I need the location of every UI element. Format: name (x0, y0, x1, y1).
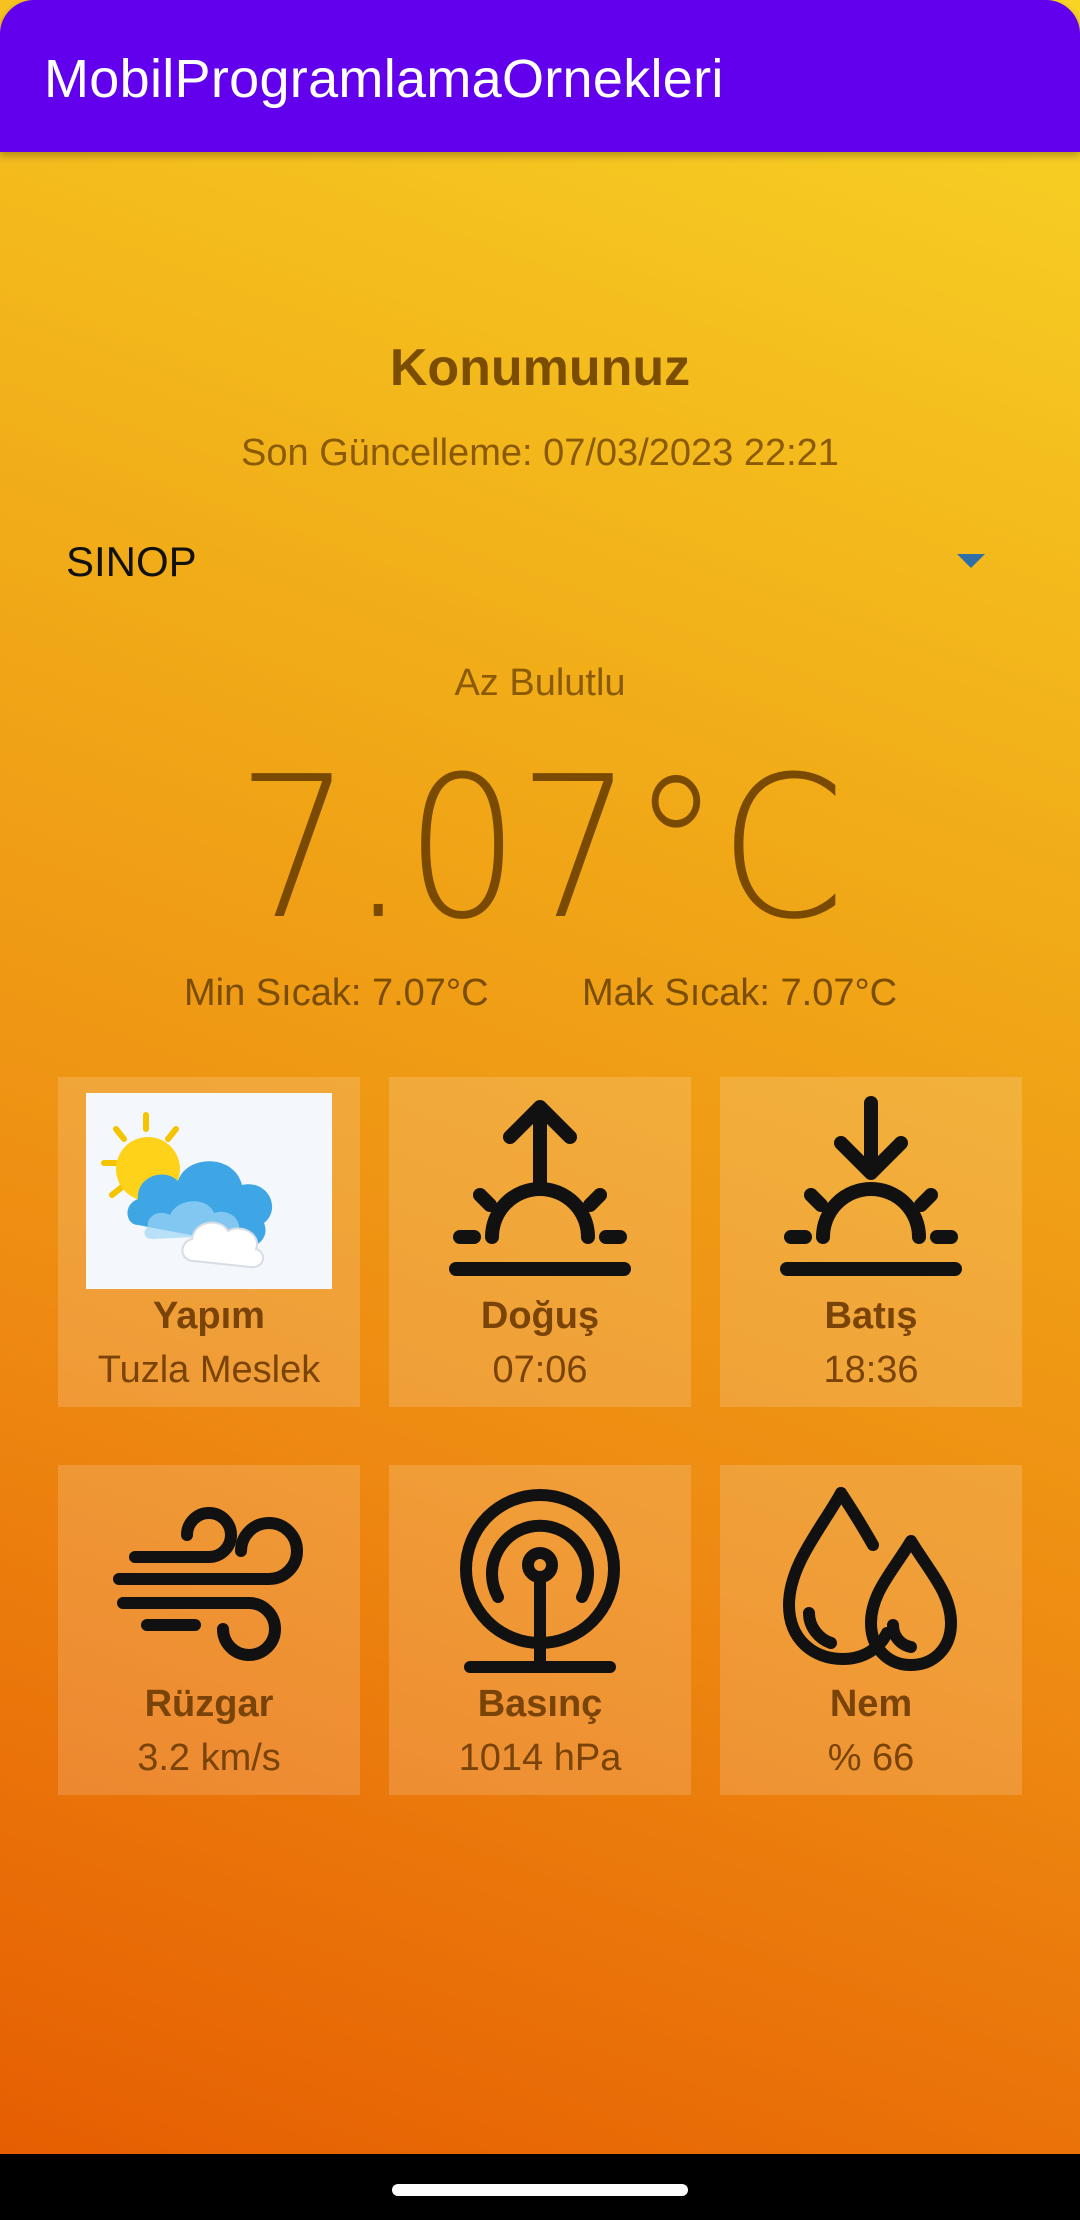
main-screen: MobilProgramlamaOrnekleri Konumunuz Son … (0, 0, 1080, 2154)
card-label: Yapım (153, 1295, 265, 1337)
card-ruzgar: Rüzgar 3.2 km/s (58, 1465, 360, 1795)
card-dogus: Doğuş 07:06 (389, 1077, 691, 1407)
pressure-icon (460, 1489, 620, 1673)
card-value: Tuzla Meslek (97, 1349, 321, 1391)
card-label: Basınç (477, 1683, 603, 1725)
card-value: 1014 hPa (458, 1737, 622, 1779)
app-bar: MobilProgramlamaOrnekleri (0, 0, 1080, 152)
wind-icon (113, 1507, 303, 1661)
max-temp-text: Mak Sıcak: 7.07°C (582, 972, 898, 1014)
card-value: 18:36 (823, 1349, 919, 1391)
city-spinner-value: SINOP (66, 538, 197, 585)
last-update-text: Son Güncelleme: 07/03/2023 22:21 (241, 432, 839, 474)
card-label: Rüzgar (144, 1683, 274, 1725)
location-title: Konumunuz (389, 339, 691, 397)
card-nem: Nem % 66 (720, 1465, 1022, 1795)
card-yapim: Yapım Tuzla Meslek (58, 1077, 360, 1407)
card-value: 3.2 km/s (137, 1737, 281, 1779)
dropdown-arrow-icon (957, 554, 985, 568)
sunset-icon (780, 1096, 962, 1276)
partly-cloudy-image (86, 1093, 332, 1289)
card-label: Batış (824, 1295, 918, 1337)
city-spinner[interactable]: SINOP (42, 522, 1002, 602)
temperature-value: 7.07°C (236, 735, 845, 963)
humidity-icon (783, 1487, 957, 1671)
min-temp-text: Min Sıcak: 7.07°C (184, 972, 489, 1014)
app-title: MobilProgramlamaOrnekleri (44, 49, 724, 109)
card-label: Doğuş (480, 1295, 600, 1337)
card-value: % 66 (827, 1737, 915, 1779)
sunrise-icon (449, 1100, 631, 1276)
card-value: 07:06 (492, 1349, 588, 1391)
card-label: Nem (829, 1683, 913, 1725)
card-batis: Batış 18:36 (720, 1077, 1022, 1407)
card-basinc: Basınç 1014 hPa (389, 1465, 691, 1795)
weather-description: Az Bulutlu (454, 662, 626, 704)
home-gesture-handle[interactable] (392, 2184, 688, 2196)
